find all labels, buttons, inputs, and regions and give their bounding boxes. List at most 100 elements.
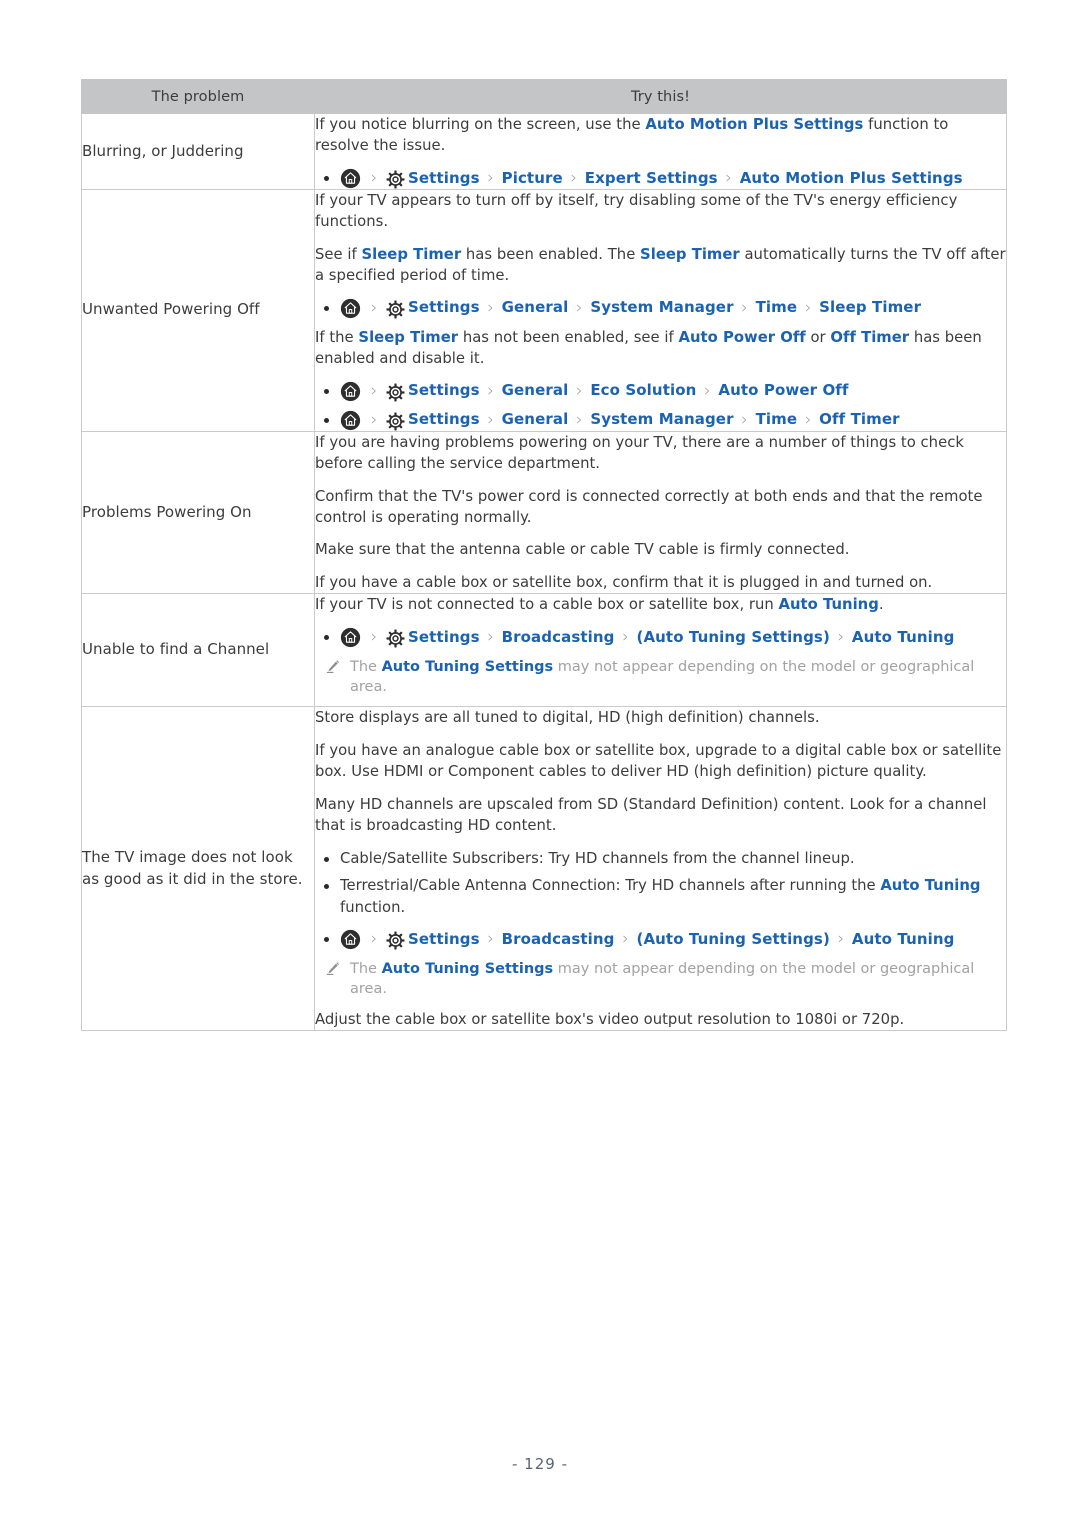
menu-path-step[interactable]: System Manager <box>590 410 733 430</box>
chevron-right-icon: › <box>487 929 495 950</box>
chevron-right-icon: › <box>804 297 812 318</box>
bullet-dot <box>324 634 329 640</box>
problem-cell: Blurring, or Juddering <box>81 113 315 190</box>
menu-path-step[interactable]: Settings <box>408 410 480 430</box>
home-icon[interactable] <box>340 410 361 431</box>
solution-cell: If you notice blurring on the screen, us… <box>314 113 1007 190</box>
inline-link[interactable]: Sleep Timer <box>640 246 740 263</box>
chevron-right-icon: › <box>487 626 495 647</box>
text-run: If you have a cable box or satellite box… <box>315 573 933 591</box>
text-run: function. <box>340 898 406 916</box>
inline-link[interactable]: Auto Tuning <box>880 877 980 894</box>
text-run: has been enabled. The <box>461 245 641 263</box>
problem-cell: Unable to find a Channel <box>81 593 315 708</box>
text-run: . <box>878 596 884 614</box>
pencil-note-icon <box>324 658 341 675</box>
gear-icon[interactable] <box>386 412 405 431</box>
paragraph: If you notice blurring on the screen, us… <box>315 114 1006 157</box>
chevron-right-icon: › <box>804 409 812 430</box>
paragraph: If your TV is not connected to a cable b… <box>315 594 1006 615</box>
menu-path-step[interactable]: Auto Power Off <box>718 381 848 401</box>
home-icon[interactable] <box>340 168 361 189</box>
gear-icon[interactable] <box>386 383 405 402</box>
troubleshooting-table: The problem Try this! Blurring, or Judde… <box>81 79 1007 1032</box>
gear-icon[interactable] <box>386 931 405 950</box>
menu-path-step[interactable]: Settings <box>408 169 480 189</box>
inline-link[interactable]: Auto Tuning Settings <box>382 961 554 977</box>
menu-path-step[interactable]: Settings <box>408 298 480 318</box>
gear-icon[interactable] <box>386 629 405 648</box>
text-run: or <box>805 328 831 346</box>
gear-icon[interactable] <box>386 170 405 189</box>
bullet-dot <box>324 175 329 181</box>
menu-path-step[interactable]: (Auto Tuning Settings) <box>636 930 829 950</box>
table-row: Blurring, or Juddering If you notice blur… <box>81 113 1007 190</box>
problem-cell: Unwanted Powering Off <box>81 188 315 432</box>
menu-path-step[interactable]: Auto Tuning <box>852 930 955 950</box>
paragraph: Many HD channels are upscaled from SD (S… <box>315 794 1006 837</box>
menu-path-step[interactable]: Settings <box>408 930 480 950</box>
gear-icon[interactable] <box>386 300 405 319</box>
menu-path-step[interactable]: Off Timer <box>819 410 900 430</box>
table-body: Blurring, or Juddering If you notice blur… <box>81 113 1007 1032</box>
home-icon[interactable] <box>340 298 361 319</box>
menu-path: › Settings › General › System Manager › Time › Of… <box>315 410 1006 431</box>
solution-cell: If your TV is not connected to a cable b… <box>314 593 1007 708</box>
text-run: Make sure that the antenna cable or cabl… <box>315 541 850 559</box>
menu-path-step[interactable]: System Manager <box>590 298 733 318</box>
menu-path-step[interactable]: Time <box>756 410 798 430</box>
chevron-right-icon: › <box>741 297 748 318</box>
text-run: Store displays are all tuned to digital,… <box>315 709 820 727</box>
menu-path: › Settings › Picture › Expert Settings › Auto M… <box>315 168 1006 189</box>
menu-path-step[interactable]: Broadcasting <box>502 628 615 648</box>
solution-cell: Store displays are all tuned to digital,… <box>314 706 1007 1032</box>
menu-path-step[interactable]: Sleep Timer <box>819 298 921 318</box>
paragraph: If the Sleep Timer has not been enabled,… <box>315 327 1006 370</box>
list-item: Cable/Satellite Subscribers: Try HD chan… <box>315 848 1006 869</box>
menu-path-step[interactable]: (Auto Tuning Settings) <box>636 628 829 648</box>
menu-path-step[interactable]: General <box>502 298 569 318</box>
menu-path-step[interactable]: General <box>502 410 569 430</box>
home-icon[interactable] <box>340 381 361 402</box>
paragraph: If you have a cable box or satellite box… <box>315 572 1006 593</box>
menu-path-step[interactable]: Picture <box>502 169 563 189</box>
menu-path-step[interactable]: Auto Motion Plus Settings <box>740 169 963 189</box>
inline-link[interactable]: Sleep Timer <box>358 329 458 346</box>
inline-link[interactable]: Auto Tuning Settings <box>382 659 554 675</box>
table-row: Unwanted Powering Off If your TV appears … <box>81 188 1007 432</box>
chevron-right-icon: › <box>575 297 583 318</box>
paragraph: If you have an analogue cable box or sat… <box>315 740 1006 783</box>
menu-path-step[interactable]: General <box>502 381 569 401</box>
chevron-right-icon: › <box>622 929 629 950</box>
inline-link[interactable]: Off Timer <box>830 329 909 346</box>
menu-path-step[interactable]: Auto Tuning <box>852 628 955 648</box>
problem-cell: Problems Powering On <box>81 430 315 595</box>
text-run: If your TV is not connected to a cable b… <box>315 596 779 614</box>
inline-link[interactable]: Sleep Timer <box>361 246 461 263</box>
chevron-right-icon: › <box>741 409 748 430</box>
chevron-right-icon: › <box>487 297 495 318</box>
home-icon[interactable] <box>340 929 361 950</box>
home-icon[interactable] <box>340 627 361 648</box>
chevron-right-icon: › <box>837 929 845 950</box>
paragraph: Make sure that the antenna cable or cabl… <box>315 539 1006 560</box>
menu-path-step[interactable]: Expert Settings <box>585 169 718 189</box>
menu-path-step[interactable]: Settings <box>408 381 480 401</box>
inline-link[interactable]: Auto Tuning <box>779 596 879 613</box>
text-run: Many HD channels are upscaled from SD (S… <box>315 795 987 835</box>
paragraph: See if Sleep Timer has been enabled. The… <box>315 244 1006 287</box>
text-run: If your TV appears to turn off by itself… <box>315 191 958 231</box>
text-run: The <box>350 658 382 675</box>
menu-path-step[interactable]: Broadcasting <box>502 930 615 950</box>
chevron-right-icon: › <box>370 167 378 188</box>
chevron-right-icon: › <box>487 380 495 401</box>
menu-path-step[interactable]: Eco Solution <box>590 381 696 401</box>
inline-link[interactable]: Auto Motion Plus Settings <box>645 116 863 133</box>
inline-link[interactable]: Auto Power Off <box>678 329 805 346</box>
menu-path-step[interactable]: Time <box>756 298 798 318</box>
menu-path-step[interactable]: Settings <box>408 628 480 648</box>
text-run: If you notice blurring on the screen, us… <box>315 116 646 133</box>
chevron-right-icon: › <box>575 409 583 430</box>
paragraph: Adjust the cable box or satellite box's … <box>315 1009 1006 1030</box>
solution-cell: If your TV appears to turn off by itself… <box>314 188 1007 432</box>
